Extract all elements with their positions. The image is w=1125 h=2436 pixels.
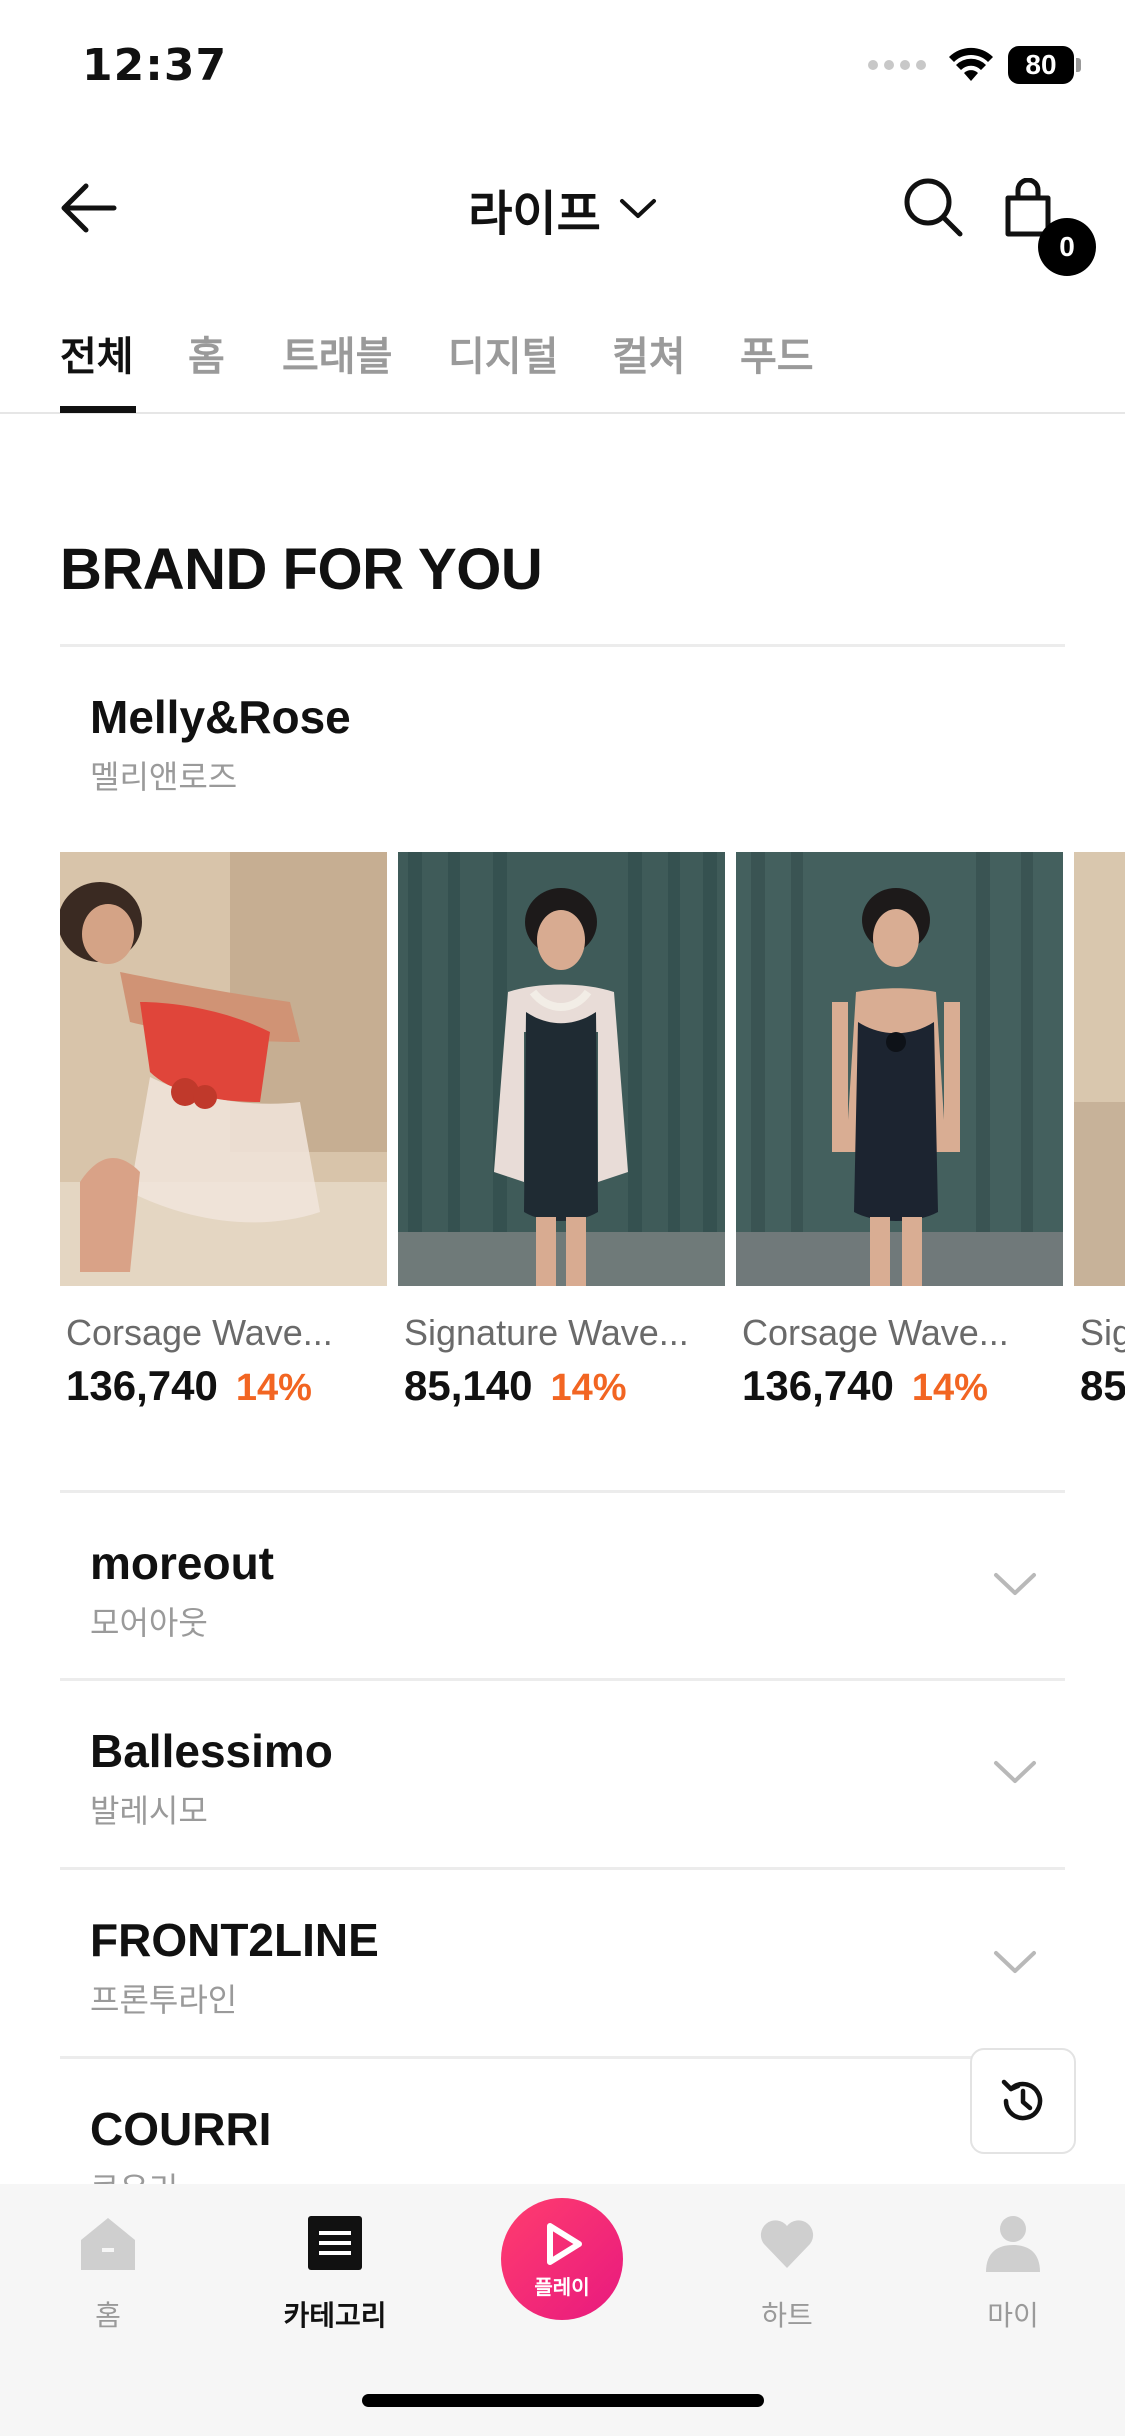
page-title: 라이프 [468,186,601,242]
history-icon [1001,2079,1043,2121]
product-name: Corsage Wave... [66,1312,333,1353]
brand-subtitle: 프론투라인 [90,1981,238,2019]
tab-culture[interactable]: 컬쳐 [612,324,686,382]
app-header: 라이프 0 [0,150,1125,276]
brand-subtitle: 발레시모 [90,1792,208,1830]
divider [60,644,1065,647]
brand-subtitle: 멜리앤로즈 [90,758,238,796]
status-bar: 12:37 80 [0,0,1125,135]
product-carousel[interactable]: Corsage Wave... 136,740 14% Signature Wa… [60,852,1125,1432]
brand-name: Melly&Rose [90,691,351,743]
brand-name: Ballessimo [90,1725,333,1777]
product-name: Corsage Wave... [742,1312,1009,1353]
divider [60,1678,1065,1681]
nav-label: 홈 [95,2299,121,2332]
divider [60,1490,1065,1493]
tab-digital[interactable]: 디지털 [448,324,558,382]
battery-level: 80 [1008,46,1074,84]
nav-label: 카테고리 [283,2299,387,2332]
category-tabs: 전체 홈 트래블 디지털 컬쳐 푸드 [0,310,1125,414]
nav-heart[interactable]: 하트 [712,2212,862,2334]
heart-icon [760,2220,814,2268]
product-image [60,852,387,1286]
nav-label: 플레이 [534,2274,590,2299]
product-image [736,852,1063,1286]
search-icon[interactable] [902,176,964,238]
product-discount: 14% [235,1367,312,1409]
home-icon [81,2218,135,2270]
product-price: 85,140 [404,1362,533,1409]
nav-label: 마이 [987,2299,1039,2332]
person-icon [986,2216,1040,2272]
brand-name: COURRI [90,2103,272,2155]
divider [60,1867,1065,1870]
tab-all[interactable]: 전체 [60,324,134,382]
chevron-down-icon [994,1951,1036,1973]
product-discount: 14% [911,1367,988,1409]
product-price: 136,740 [742,1362,894,1409]
product-card[interactable]: Corsage Wave... 136,740 14% [736,852,1063,1410]
product-name: Signature Wave... [404,1312,689,1353]
battery-icon: 80 [1008,46,1081,84]
cart-button[interactable]: 0 [1002,174,1096,276]
product-image [1074,852,1125,1286]
product-card[interactable]: Signature Wave... 85,140 14% [398,852,725,1410]
nav-play-button[interactable]: 플레이 [501,2198,623,2320]
tab-travel[interactable]: 트래블 [282,324,392,382]
signal-icon [868,60,926,70]
tab-food[interactable]: 푸드 [740,324,814,382]
section-title: BRAND FOR YOU [60,537,543,602]
home-indicator [362,2394,764,2407]
nav-home[interactable]: 홈 [33,2212,183,2334]
brand-name: moreout [90,1537,274,1589]
active-tab-indicator [60,406,136,413]
cart-count-badge: 0 [1038,218,1096,276]
nav-label: 하트 [761,2299,813,2332]
status-indicators: 80 [868,46,1081,84]
product-card[interactable]: Corsage Wave... 136,740 14% [60,852,387,1410]
product-price: 136,740 [66,1362,218,1409]
product-card[interactable]: Sig 85 [1074,852,1125,1410]
status-time: 12:37 [82,40,228,91]
brand-subtitle: 모어아웃 [90,1604,208,1642]
recently-viewed-button[interactable] [970,2048,1076,2154]
chevron-down-icon [994,1761,1036,1783]
nav-my[interactable]: 마이 [938,2212,1088,2334]
tab-home[interactable]: 홈 [188,324,225,382]
play-icon [547,2222,582,2265]
chevron-down-icon [994,1573,1036,1595]
product-discount: 14% [550,1367,627,1409]
chevron-down-icon [619,199,656,218]
wifi-icon [949,47,993,81]
brand-name: FRONT2LINE [90,1914,379,1966]
product-price: 85 [1080,1362,1125,1409]
product-name: Sig [1080,1312,1125,1353]
menu-list-icon [308,2216,362,2270]
nav-category[interactable]: 카테고리 [260,2212,410,2334]
product-image [398,852,725,1286]
divider [60,2056,1065,2059]
